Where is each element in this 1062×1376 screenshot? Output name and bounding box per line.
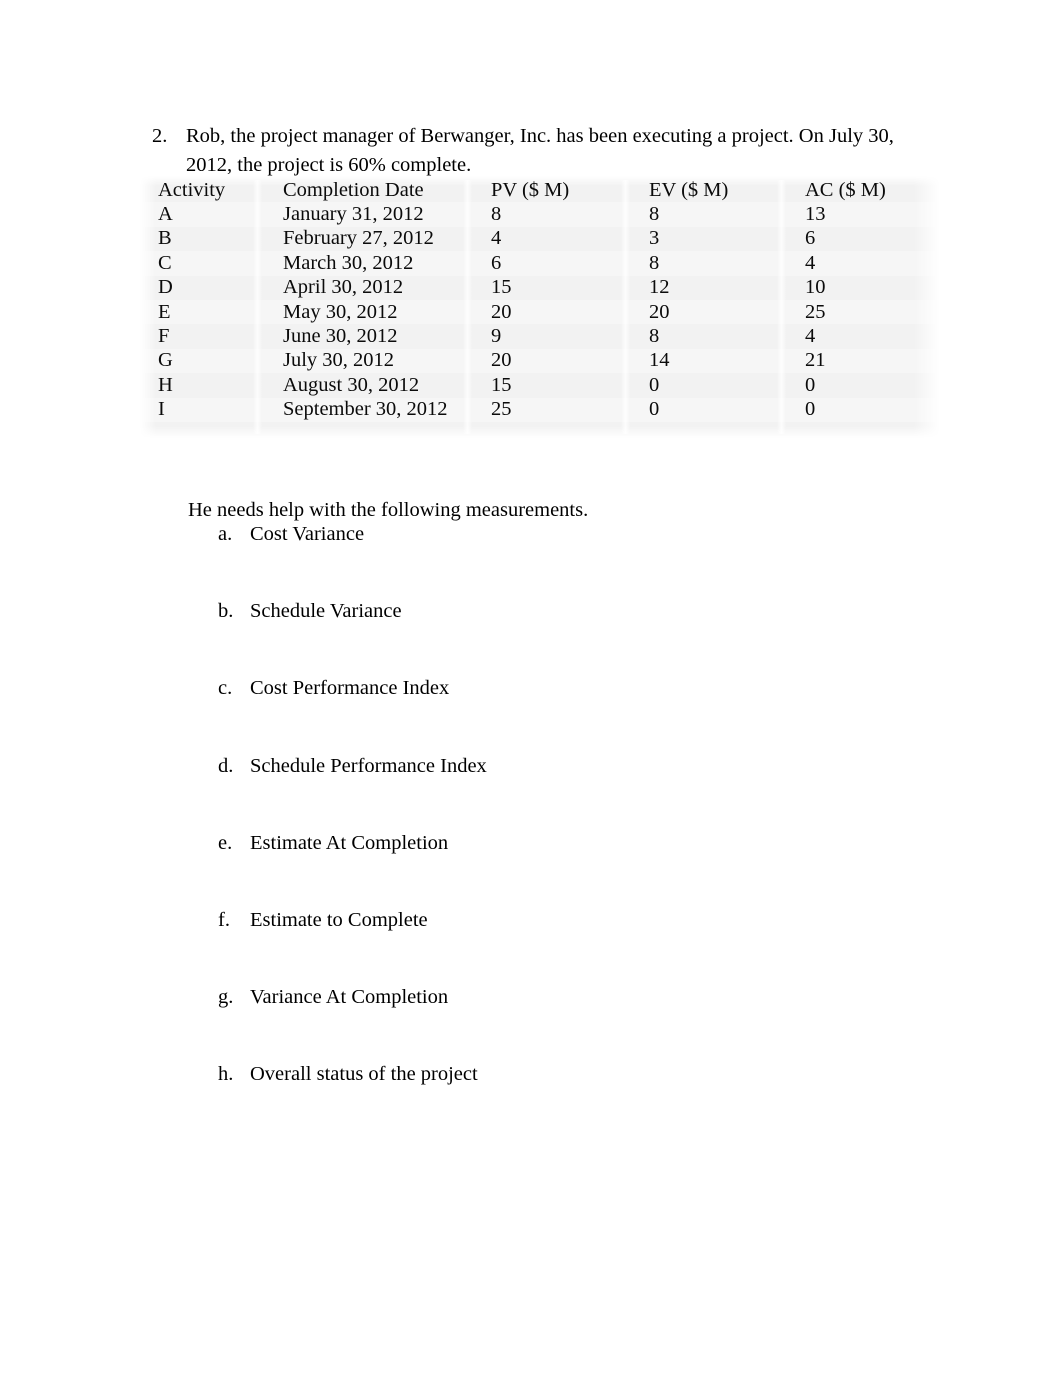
list-item-marker: h. xyxy=(218,1063,234,1086)
cell-date: January 31, 2012 xyxy=(283,202,491,227)
column-header-completion-date: Completion Date xyxy=(283,178,424,201)
table-body: Activity Completion Date PV ($ M) EV ($ … xyxy=(140,176,958,422)
table-row: G July 30, 2012 20 14 21 xyxy=(140,348,958,374)
cell-ac: 6 xyxy=(805,227,816,250)
cell-activity: F xyxy=(158,325,170,348)
list-item-label: Cost Performance Index xyxy=(250,677,450,700)
cell-date: April 30, 2012 xyxy=(283,276,404,299)
cell-ac: 4 xyxy=(805,251,958,276)
cell-date: June 30, 2012 xyxy=(283,325,398,348)
list-item-label: Schedule Performance Index xyxy=(250,754,487,777)
cell-ev: 0 xyxy=(649,397,805,422)
table-row: I September 30, 2012 25 0 0 xyxy=(140,397,958,422)
cell-date: September 30, 2012 xyxy=(283,397,491,422)
cell-date: August 30, 2012 xyxy=(283,373,420,396)
list-item: h. Overall status of the project xyxy=(218,1061,918,1138)
list-item: d. Schedule Performance Index xyxy=(218,753,918,830)
document-page: 2. Rob, the project manager of Berwanger… xyxy=(0,0,1062,1376)
list-item-marker: b. xyxy=(218,600,234,623)
cell-ev: 20 xyxy=(649,299,805,325)
question-2: 2. Rob, the project manager of Berwanger… xyxy=(152,122,942,179)
column-header-activity: Activity xyxy=(158,178,226,201)
list-item-marker: f. xyxy=(218,908,230,931)
table-row: H August 30, 2012 15 0 0 xyxy=(140,373,958,397)
list-item-label: Cost Variance xyxy=(250,523,365,545)
cell-ev: 8 xyxy=(649,251,805,276)
table-row: A January 31, 2012 8 8 13 xyxy=(140,202,958,227)
list-item-label: Overall status of the project xyxy=(250,1063,478,1086)
column-header-ev: EV ($ M) xyxy=(649,178,729,201)
question-number: 2. xyxy=(152,125,168,147)
cell-ac: 0 xyxy=(805,397,958,422)
activity-table-container: Activity Completion Date PV ($ M) EV ($ … xyxy=(140,176,958,438)
cell-date: March 30, 2012 xyxy=(283,251,491,276)
list-item-marker: c. xyxy=(218,677,233,700)
column-header-ac: AC ($ M) xyxy=(805,178,886,201)
list-item: b. Schedule Variance xyxy=(218,598,918,675)
list-item-label: Schedule Variance xyxy=(250,600,402,623)
cell-ev: 0 xyxy=(649,373,660,396)
cell-pv: 25 xyxy=(491,397,649,422)
table-header-row: Activity Completion Date PV ($ M) EV ($ … xyxy=(140,176,958,202)
table-row: C March 30, 2012 6 8 4 xyxy=(140,251,958,276)
table-row: D April 30, 2012 15 12 10 xyxy=(140,276,958,300)
list-item-marker: g. xyxy=(218,986,234,1009)
cell-ac: 0 xyxy=(805,373,816,396)
cell-activity: C xyxy=(140,251,283,276)
cell-pv: 8 xyxy=(491,202,649,227)
cell-date: May 30, 2012 xyxy=(283,299,491,325)
cell-date: February 27, 2012 xyxy=(283,227,434,250)
cell-pv: 9 xyxy=(491,325,502,348)
cell-ac: 4 xyxy=(805,325,816,348)
question-row: 2. Rob, the project manager of Berwanger… xyxy=(152,122,942,179)
cell-activity: I xyxy=(140,397,283,422)
table-row: B February 27, 2012 4 3 6 xyxy=(140,227,958,251)
list-item-marker: a. xyxy=(218,523,233,545)
list-item-label: Estimate to Complete xyxy=(250,908,428,931)
cell-ac: 25 xyxy=(805,299,958,325)
question-text: Rob, the project manager of Berwanger, I… xyxy=(186,125,894,176)
list-item-label: Estimate At Completion xyxy=(250,831,449,854)
cell-ev: 8 xyxy=(649,202,805,227)
cell-activity: H xyxy=(158,373,173,396)
cell-activity: G xyxy=(140,348,283,374)
list-item-marker: e. xyxy=(218,831,233,854)
table-row: F June 30, 2012 9 8 4 xyxy=(140,324,958,348)
table-row: E May 30, 2012 20 20 25 xyxy=(140,299,958,325)
list-item: f. Estimate to Complete xyxy=(218,907,918,984)
cell-pv: 4 xyxy=(491,227,502,250)
cell-activity: E xyxy=(140,299,283,325)
cell-ev: 8 xyxy=(649,325,660,348)
cell-ev: 12 xyxy=(649,276,670,299)
cell-ev: 3 xyxy=(649,227,660,250)
list-item: g. Variance At Completion xyxy=(218,984,918,1061)
measurements-intro: He needs help with the following measure… xyxy=(188,499,589,521)
list-item: a. Cost Variance xyxy=(218,521,918,598)
cell-activity: D xyxy=(158,276,173,299)
activity-table: Activity Completion Date PV ($ M) EV ($ … xyxy=(140,176,958,422)
cell-activity: B xyxy=(158,227,172,250)
measurements-list: a. Cost Variance b. Schedule Variance c.… xyxy=(218,521,918,1139)
cell-pv: 20 xyxy=(491,299,649,325)
list-item-marker: d. xyxy=(218,754,234,777)
column-header-pv: PV ($ M) xyxy=(491,178,570,201)
list-item: e. Estimate At Completion xyxy=(218,830,918,907)
cell-ac: 21 xyxy=(805,348,958,374)
list-item-label: Variance At Completion xyxy=(250,986,449,1009)
cell-ac: 13 xyxy=(805,202,958,227)
cell-pv: 20 xyxy=(491,348,649,374)
cell-pv: 6 xyxy=(491,251,649,276)
cell-pv: 15 xyxy=(491,373,512,396)
cell-pv: 15 xyxy=(491,276,512,299)
cell-ev: 14 xyxy=(649,348,805,374)
cell-date: July 30, 2012 xyxy=(283,348,491,374)
cell-activity: A xyxy=(140,202,283,227)
cell-ac: 10 xyxy=(805,276,826,299)
list-item: c. Cost Performance Index xyxy=(218,675,918,752)
